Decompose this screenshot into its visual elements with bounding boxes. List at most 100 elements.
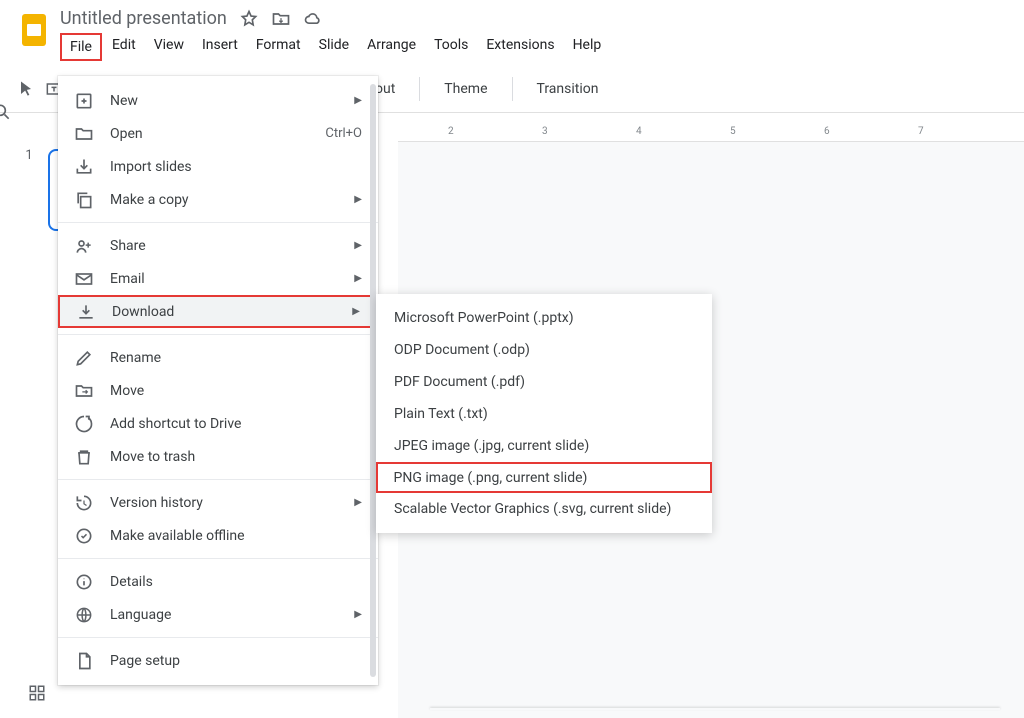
download-icon	[76, 302, 96, 322]
grid-view-icon[interactable]	[28, 684, 46, 702]
menu-arrange[interactable]: Arrange	[359, 33, 424, 61]
menu-label: Move	[110, 383, 362, 399]
menu-separator	[58, 222, 378, 223]
menu-insert[interactable]: Insert	[194, 33, 246, 61]
menu-label: Import slides	[110, 159, 362, 175]
menu-label: Rename	[110, 350, 362, 366]
download-option[interactable]: Scalable Vector Graphics (.svg, current …	[376, 493, 712, 525]
menu-separator	[58, 479, 378, 480]
menu-file[interactable]: File	[60, 33, 102, 61]
menu-label: Page setup	[110, 653, 362, 669]
file-menu-open[interactable]: OpenCtrl+O	[58, 117, 378, 150]
download-option[interactable]: PDF Document (.pdf)	[376, 366, 712, 398]
file-menu-new[interactable]: New ▶	[58, 84, 378, 117]
file-menu-version-history[interactable]: Version history ▶	[58, 486, 378, 519]
star-icon[interactable]	[239, 9, 259, 29]
theme-button[interactable]: Theme	[432, 75, 499, 103]
search-icon[interactable]	[0, 92, 22, 132]
file-menu-add-shortcut-to-drive[interactable]: Add shortcut to Drive	[58, 407, 378, 440]
ruler-tick: 4	[636, 126, 642, 137]
header: Untitled presentation FileEditViewInsert…	[0, 0, 1024, 61]
menu-label: Details	[110, 574, 362, 590]
slide-number: 1	[25, 148, 32, 163]
download-submenu: Microsoft PowerPoint (.pptx)ODP Document…	[376, 294, 712, 533]
menubar: FileEditViewInsertFormatSlideArrangeTool…	[60, 33, 1008, 61]
submenu-arrow-icon: ▶	[352, 306, 360, 317]
download-option[interactable]: Microsoft PowerPoint (.pptx)	[376, 302, 712, 334]
slides-logo-icon	[16, 12, 52, 48]
menu-slide[interactable]: Slide	[311, 33, 357, 61]
menu-help[interactable]: Help	[565, 33, 610, 61]
doc-title[interactable]: Untitled presentation	[60, 8, 227, 29]
menu-label: Make available offline	[110, 528, 362, 544]
globe-icon	[74, 605, 94, 625]
ruler-tick: 6	[824, 126, 830, 137]
download-option[interactable]: ODP Document (.odp)	[376, 334, 712, 366]
menu-label: New	[110, 93, 346, 109]
history-icon	[74, 493, 94, 513]
menu-label: Version history	[110, 495, 346, 511]
file-menu-make-a-copy[interactable]: Make a copy ▶	[58, 183, 378, 216]
ruler-tick: 7	[918, 126, 924, 137]
menu-label: Share	[110, 238, 346, 254]
file-menu-share[interactable]: Share ▶	[58, 229, 378, 262]
toolbar-separator	[419, 77, 420, 101]
offline-icon	[74, 526, 94, 546]
ruler-tick: 5	[730, 126, 736, 137]
submenu-arrow-icon: ▶	[354, 194, 362, 205]
menu-label: Move to trash	[110, 449, 362, 465]
rename-icon	[74, 348, 94, 368]
file-menu-email[interactable]: Email ▶	[58, 262, 378, 295]
toolbar-separator	[512, 77, 513, 101]
copy-icon	[74, 190, 94, 210]
menu-edit[interactable]: Edit	[104, 33, 144, 61]
file-menu-rename[interactable]: Rename	[58, 341, 378, 374]
submenu-arrow-icon: ▶	[354, 240, 362, 251]
cloud-status-icon[interactable]	[303, 9, 323, 29]
share-icon	[74, 236, 94, 256]
file-menu-page-setup[interactable]: Page setup	[58, 644, 378, 677]
file-menu-move[interactable]: Move	[58, 374, 378, 407]
file-menu-make-available-offline[interactable]: Make available offline	[58, 519, 378, 552]
shortcut-icon	[74, 414, 94, 434]
file-menu-details[interactable]: Details	[58, 565, 378, 598]
import-icon	[74, 157, 94, 177]
menu-label: Make a copy	[110, 192, 346, 208]
menu-view[interactable]: View	[146, 33, 192, 61]
file-menu-language[interactable]: Language ▶	[58, 598, 378, 631]
file-menu-move-to-trash[interactable]: Move to trash	[58, 440, 378, 473]
menu-separator	[58, 334, 378, 335]
download-option[interactable]: JPEG image (.jpg, current slide)	[376, 430, 712, 462]
submenu-arrow-icon: ▶	[354, 609, 362, 620]
ruler: 2 3 4 5 6 7	[398, 122, 1024, 142]
menu-label: Email	[110, 271, 346, 287]
download-option[interactable]: Plain Text (.txt)	[376, 398, 712, 430]
download-option[interactable]: PNG image (.png, current slide)	[376, 462, 712, 493]
file-menu-dropdown: New▶OpenCtrl+OImport slidesMake a copy▶S…	[58, 76, 378, 685]
move-folder-icon[interactable]	[271, 9, 291, 29]
folder-icon	[74, 124, 94, 144]
info-icon	[74, 572, 94, 592]
submenu-arrow-icon: ▶	[354, 95, 362, 106]
move-icon	[74, 381, 94, 401]
menu-label: Open	[110, 126, 325, 142]
plus-icon	[74, 91, 94, 111]
trash-icon	[74, 447, 94, 467]
ruler-tick: 3	[542, 126, 548, 137]
menu-separator	[58, 558, 378, 559]
file-menu-import-slides[interactable]: Import slides	[58, 150, 378, 183]
menu-tools[interactable]: Tools	[426, 33, 476, 61]
menu-separator	[58, 637, 378, 638]
menu-label: Download	[112, 304, 344, 320]
transition-button[interactable]: Transition	[525, 75, 611, 103]
menu-label: Add shortcut to Drive	[110, 416, 362, 432]
ruler-tick: 2	[448, 126, 454, 137]
menu-extensions[interactable]: Extensions	[478, 33, 562, 61]
menu-shortcut: Ctrl+O	[325, 126, 362, 141]
submenu-arrow-icon: ▶	[354, 497, 362, 508]
menu-label: Language	[110, 607, 346, 623]
submenu-arrow-icon: ▶	[354, 273, 362, 284]
file-menu-download[interactable]: Download ▶	[58, 295, 378, 328]
menu-format[interactable]: Format	[248, 33, 309, 61]
page-icon	[74, 651, 94, 671]
